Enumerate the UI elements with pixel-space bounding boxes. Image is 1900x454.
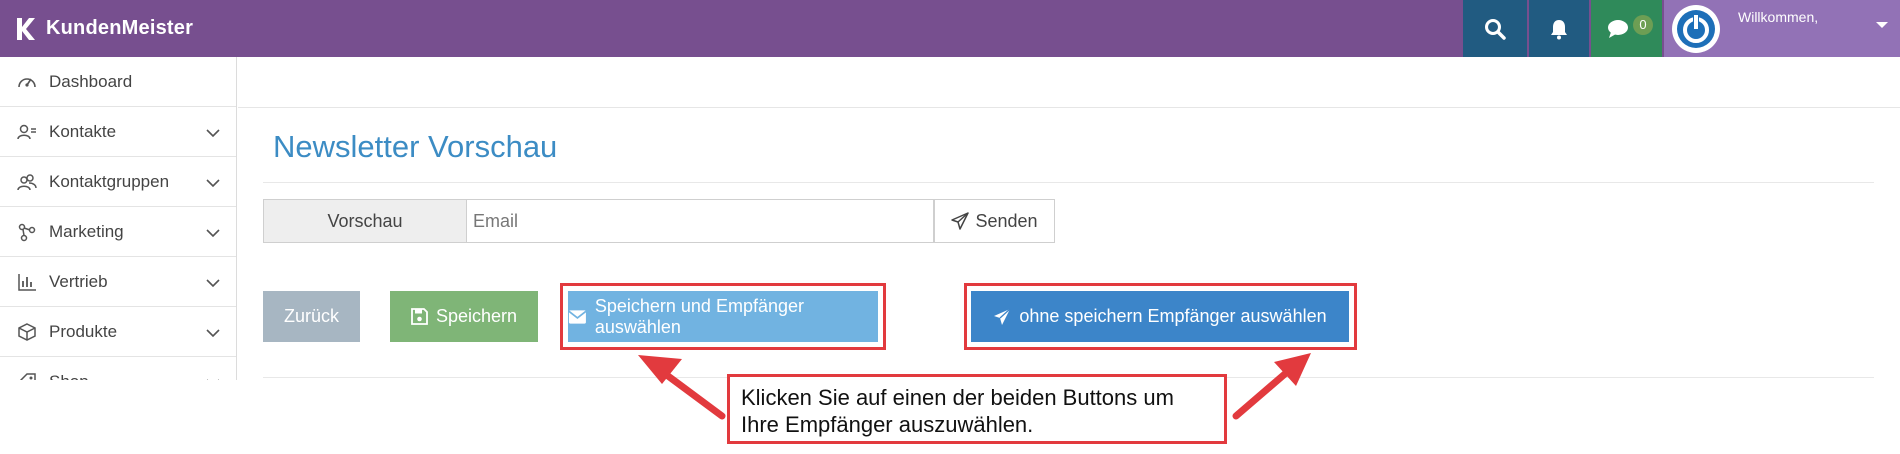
sidebar-item-label: Marketing (49, 222, 124, 241)
back-label: Zurück (283, 306, 339, 326)
preview-label: Vorschau (263, 199, 467, 243)
send-label: Senden (975, 210, 1038, 231)
send-button[interactable]: Senden (934, 199, 1055, 243)
welcome-text: Willkommen, (1738, 9, 1819, 25)
sidebar-item-marketing[interactable]: Marketing (0, 207, 236, 257)
select-recipients-without-save-button[interactable]: ohne speichern Empfänger auswählen (971, 291, 1349, 342)
users-icon (17, 174, 37, 191)
back-button[interactable]: Zurück (263, 291, 360, 342)
chevron-down-icon (206, 179, 220, 188)
user-menu[interactable]: Willkommen, (1664, 0, 1900, 57)
save-button[interactable]: Speichern (390, 291, 538, 342)
select-without-save-label: ohne speichern Empfänger auswählen (1019, 306, 1327, 326)
sidebar-item-dashboard[interactable]: Dashboard (0, 57, 236, 107)
chevron-down-icon (206, 229, 220, 238)
sidebar: Dashboard Kontakte Kontaktgruppen Market… (0, 57, 237, 380)
sidebar-item-label: Produkte (49, 322, 118, 341)
preview-input-group: Vorschau Senden (263, 199, 1055, 243)
annotation-callout: Klicken Sie auf einen der beiden Buttons… (727, 374, 1227, 444)
chevron-down-icon (207, 379, 219, 380)
envelope-icon (568, 309, 587, 324)
email-input[interactable] (467, 199, 934, 243)
divider (263, 182, 1874, 183)
top-bar: KundenMeister 0 Willkommen, (0, 0, 1900, 57)
sidebar-item-label: Kontakte (49, 122, 117, 141)
brand[interactable]: KundenMeister (14, 0, 193, 57)
chevron-down-icon (206, 329, 220, 338)
paper-plane-icon (994, 308, 1011, 325)
chevron-down-icon (206, 279, 220, 288)
sidebar-item-shop[interactable]: Shop (0, 357, 236, 380)
divider (238, 107, 1900, 108)
messages-count-badge: 0 (1633, 15, 1653, 35)
user-list-icon (17, 124, 36, 140)
network-icon (18, 223, 36, 242)
sidebar-item-kontaktgruppen[interactable]: Kontaktgruppen (0, 157, 236, 207)
sidebar-item-label: Dashboard (49, 72, 133, 91)
search-button[interactable] (1463, 0, 1527, 57)
chevron-down-icon (206, 129, 220, 138)
sidebar-item-label: Vertrieb (49, 272, 108, 291)
power-icon (1677, 10, 1715, 48)
annotation-line-2: Ihre Empfänger auszuwählen. (741, 412, 1034, 437)
save-and-select-label: Speichern und Empfänger auswählen (594, 295, 804, 337)
notifications-button[interactable] (1529, 0, 1589, 57)
save-and-select-recipients-button[interactable]: Speichern und Empfänger auswählen (568, 291, 878, 342)
save-label: Speichern (435, 306, 518, 326)
sidebar-item-vertrieb[interactable]: Vertrieb (0, 257, 236, 307)
avatar[interactable] (1672, 5, 1720, 53)
main-content: Newsletter Vorschau Vorschau Senden Zurü… (238, 57, 1900, 380)
brand-name: KundenMeister (46, 17, 194, 39)
chat-icon (1608, 20, 1628, 38)
bar-chart-icon (18, 274, 36, 291)
sidebar-item-label: Kontaktgruppen (49, 172, 170, 191)
sidebar-item-kontakte[interactable]: Kontakte (0, 107, 236, 157)
annotation-line-1: Klicken Sie auf einen der beiden Buttons… (741, 385, 1174, 410)
gauge-icon (18, 78, 36, 88)
page-title: Newsletter Vorschau (273, 129, 558, 164)
box-icon (18, 323, 36, 341)
messages-button[interactable]: 0 (1591, 0, 1662, 57)
floppy-disk-icon (411, 308, 428, 325)
bell-icon (1551, 19, 1567, 39)
k-logo-icon (17, 17, 35, 40)
search-icon (1485, 18, 1506, 40)
sidebar-item-label: Shop (49, 372, 89, 380)
caret-down-icon[interactable] (1875, 20, 1889, 30)
paper-plane-icon (951, 212, 970, 230)
tag-icon (19, 373, 36, 380)
sidebar-item-produkte[interactable]: Produkte (0, 307, 236, 357)
app-screen: KundenMeister 0 Willkommen, Dashboard Ko… (0, 0, 1900, 380)
